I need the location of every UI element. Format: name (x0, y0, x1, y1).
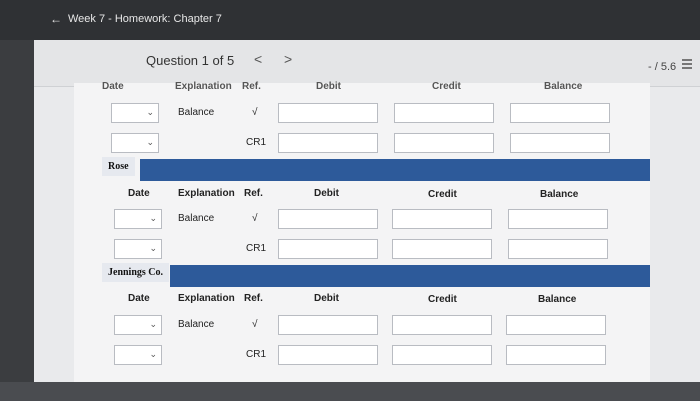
section-header-bar (170, 265, 650, 287)
ref-text: CR1 (246, 137, 267, 148)
explanation-text: Balance (178, 213, 215, 224)
debit-input[interactable] (278, 315, 378, 335)
chevron-down-icon: ⌄ (149, 349, 157, 359)
ref-text: CR1 (246, 349, 267, 360)
ledger-content: Date Explanation Ref. Debit Credit Balan… (74, 81, 650, 395)
col-header-explanation: Explanation (175, 81, 232, 92)
credit-input[interactable] (394, 103, 494, 123)
score-display: - / 5.6 (648, 61, 677, 73)
col-header-balance: Balance (540, 189, 579, 200)
col-header-date: Date (102, 81, 124, 92)
credit-input[interactable] (392, 315, 492, 335)
col-header-balance: Balance (544, 81, 583, 92)
col-header-debit: Debit (316, 81, 341, 92)
col-header-ref: Ref. (242, 81, 261, 92)
date-select[interactable]: ⌄ (111, 133, 159, 153)
col-header-debit: Debit (314, 188, 339, 199)
chevron-down-icon: ⌄ (146, 107, 154, 117)
credit-input[interactable] (392, 209, 492, 229)
debit-input[interactable] (278, 133, 378, 153)
balance-input[interactable] (510, 133, 610, 153)
col-header-ref: Ref. (244, 188, 263, 199)
account-name-rose: Rose (102, 157, 135, 176)
bottom-strip (0, 382, 700, 401)
top-bar: ← Week 7 - Homework: Chapter 7 (0, 0, 700, 40)
debit-input[interactable] (278, 345, 378, 365)
date-select[interactable]: ⌄ (114, 209, 162, 229)
date-select[interactable]: ⌄ (111, 103, 159, 123)
col-header-ref: Ref. (244, 293, 263, 304)
col-header-debit: Debit (314, 293, 339, 304)
next-question-button[interactable]: > (284, 51, 292, 67)
chevron-down-icon: ⌄ (149, 243, 157, 253)
previous-question-button[interactable]: < (254, 51, 262, 67)
chevron-down-icon: ⌄ (146, 137, 154, 147)
col-header-explanation: Explanation (178, 293, 235, 304)
assignment-title: Week 7 - Homework: Chapter 7 (68, 13, 222, 25)
balance-input[interactable] (508, 209, 608, 229)
explanation-text: Balance (178, 107, 215, 118)
credit-input[interactable] (394, 133, 494, 153)
account-name-jennings: Jennings Co. (102, 263, 170, 282)
question-panel: Question 1 of 5 < > - / 5.6 Date Explana… (34, 40, 700, 395)
col-header-date: Date (128, 188, 150, 199)
date-select[interactable]: ⌄ (114, 239, 162, 259)
credit-input[interactable] (392, 239, 492, 259)
col-header-credit: Credit (428, 294, 457, 305)
chevron-down-icon: ⌄ (149, 319, 157, 329)
date-select[interactable]: ⌄ (114, 345, 162, 365)
ref-text: √ (252, 319, 258, 330)
balance-input[interactable] (508, 239, 608, 259)
date-select[interactable]: ⌄ (114, 315, 162, 335)
ref-text: √ (252, 107, 258, 118)
debit-input[interactable] (278, 103, 378, 123)
menu-icon[interactable] (682, 59, 692, 69)
balance-input[interactable] (506, 315, 606, 335)
question-label: Question 1 of 5 (146, 53, 235, 68)
chevron-down-icon: ⌄ (149, 213, 157, 223)
debit-input[interactable] (278, 239, 378, 259)
col-header-explanation: Explanation (178, 188, 235, 199)
balance-input[interactable] (510, 103, 610, 123)
ref-text: CR1 (246, 243, 267, 254)
col-header-balance: Balance (538, 294, 577, 305)
debit-input[interactable] (278, 209, 378, 229)
question-nav-bar: Question 1 of 5 < > - / 5.6 (34, 40, 700, 87)
col-header-credit: Credit (432, 81, 461, 92)
section-header-bar (140, 159, 650, 181)
col-header-credit: Credit (428, 189, 457, 200)
ref-text: √ (252, 213, 258, 224)
back-arrow-icon[interactable]: ← (50, 12, 62, 26)
credit-input[interactable] (392, 345, 492, 365)
explanation-text: Balance (178, 319, 215, 330)
balance-input[interactable] (506, 345, 606, 365)
col-header-date: Date (128, 293, 150, 304)
